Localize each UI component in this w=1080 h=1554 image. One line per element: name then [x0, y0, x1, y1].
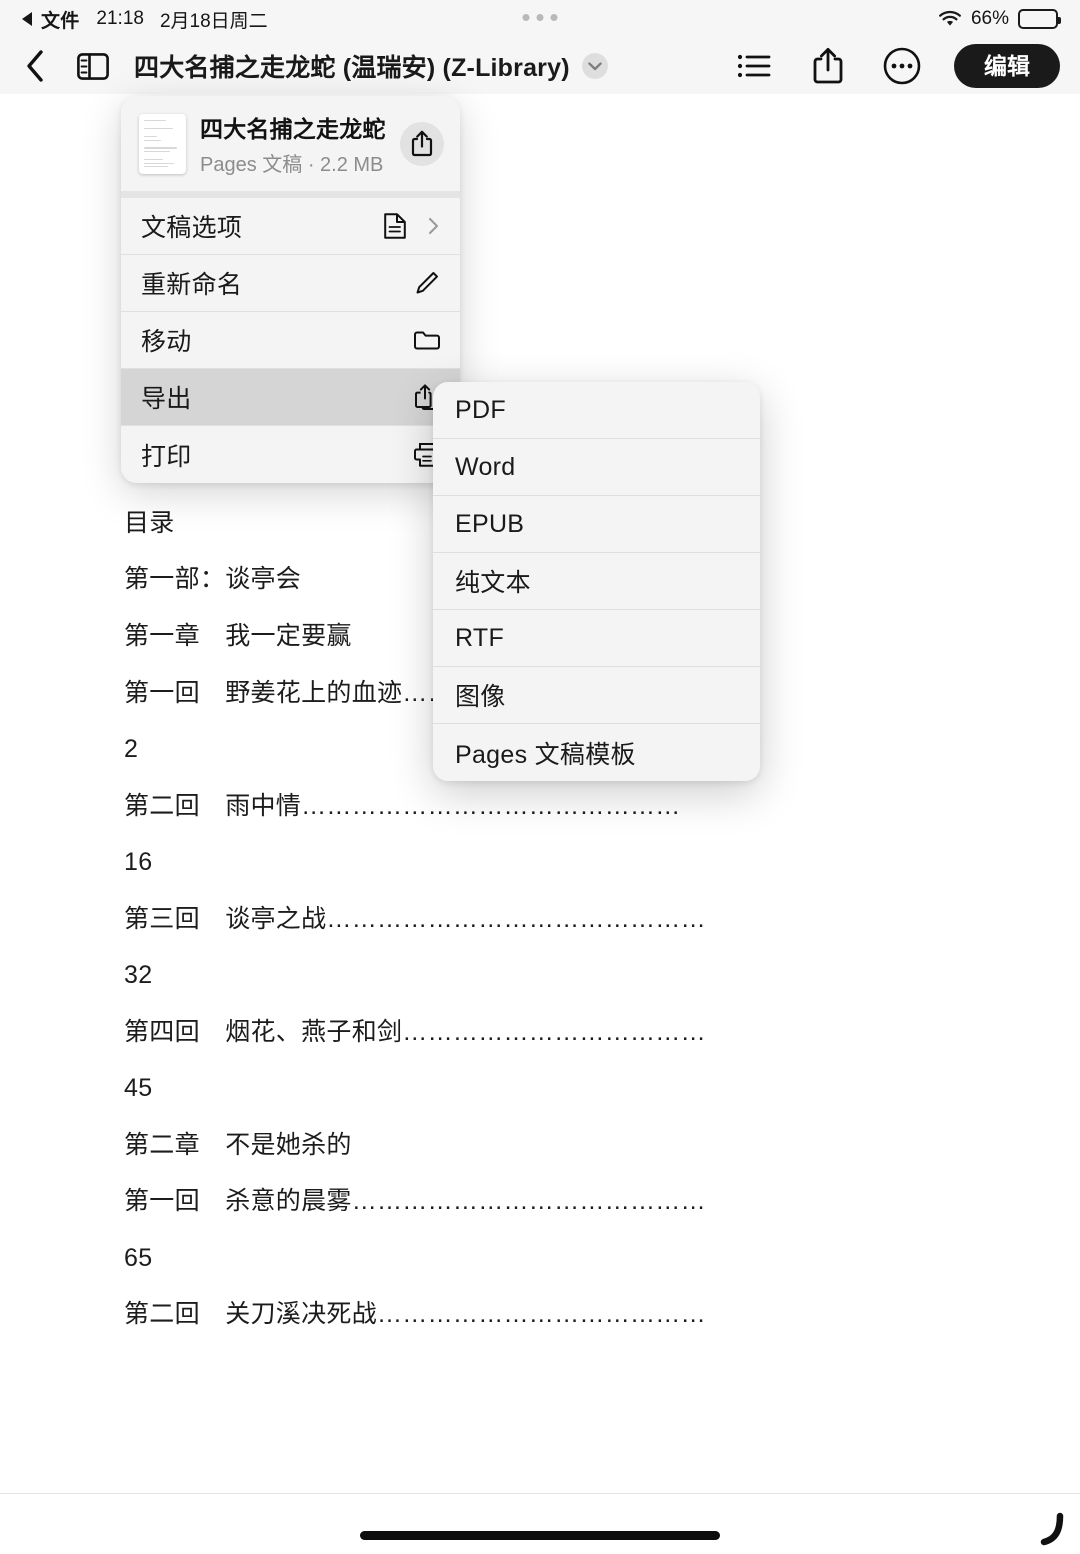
menu-item-move[interactable]: 移动	[121, 312, 460, 369]
share-icon	[813, 48, 843, 84]
menu-item-label: 导出	[141, 385, 192, 413]
battery-percent-label: 66%	[970, 8, 1009, 29]
home-indicator[interactable]	[360, 1531, 720, 1540]
title-menu-button[interactable]	[581, 53, 608, 79]
multitasking-dots[interactable]	[522, 14, 558, 21]
toolbar-actions: 编辑	[732, 44, 1060, 88]
menu-item-label: 文稿选项	[141, 214, 243, 242]
document-title[interactable]: 四大名捕之走龙蛇 (温瑞安) (Z-Library)	[134, 48, 570, 84]
document-line: 目录	[124, 509, 175, 537]
ipad-pages-screen: 文件 21:18 2月18日周二 66% 四大名捕之走龙蛇 (温瑞安) (Z-L…	[0, 0, 1080, 1554]
status-date: 2月18日周二	[159, 10, 268, 32]
menu-item-rename[interactable]: 重新命名	[121, 255, 460, 312]
document-line: 2	[124, 735, 139, 763]
chevron-right-icon	[424, 217, 442, 235]
submenu-item-pages-文稿模板[interactable]: Pages 文稿模板	[433, 724, 760, 781]
more-options-button[interactable]	[880, 44, 924, 88]
status-back-app-label[interactable]: 文件	[41, 6, 79, 33]
menu-item-print[interactable]: 打印	[121, 426, 460, 483]
menu-item-label: 重新命名	[141, 271, 243, 299]
submenu-item-epub[interactable]: EPUB	[433, 496, 760, 553]
sidebar-toggle-button[interactable]	[74, 47, 112, 85]
document-line: 第二章 不是她杀的	[124, 1131, 352, 1159]
submenu-item-pdf[interactable]: PDF	[433, 382, 760, 439]
dot-3	[550, 14, 558, 21]
menu-item-export[interactable]: 导出	[121, 369, 460, 426]
status-bar-right: 66%	[938, 8, 1061, 30]
context-menu-share-button[interactable]	[400, 121, 444, 166]
document-line: 第一部：谈亭会	[124, 565, 302, 593]
export-format-submenu[interactable]: PDF Word EPUB 纯文本 RTF 图像 Pages 文稿模板	[433, 382, 760, 781]
document-line: 32	[124, 961, 153, 989]
status-bar-left: 文件 21:18 2月18日周二	[22, 6, 268, 33]
document-icon	[380, 211, 410, 241]
document-line: 第四回 烟花、燕子和剑………………………………	[124, 1018, 706, 1046]
document-line: 45	[124, 1074, 153, 1102]
dot-2	[536, 14, 544, 21]
submenu-item-rtf[interactable]: RTF	[433, 610, 760, 667]
chevron-left-icon	[27, 50, 43, 82]
edit-button[interactable]: 编辑	[954, 44, 1060, 88]
curved-hook-icon	[1040, 1512, 1064, 1546]
document-line: 第三回 谈亭之战………………………………………	[124, 905, 706, 933]
status-time: 21:18	[96, 8, 144, 29]
document-line: 第二回 雨中情………………………………………	[124, 792, 681, 820]
context-menu-file-name: 四大名捕之走龙蛇 (...	[200, 116, 386, 142]
chevron-down-icon	[588, 61, 602, 70]
menu-item-document-options[interactable]: 文稿选项	[121, 198, 460, 255]
share-icon	[411, 130, 433, 157]
context-menu-header: 四大名捕之走龙蛇 (... Pages 文稿 · 2.2 MB	[121, 96, 460, 191]
menu-item-label: 移动	[141, 328, 192, 356]
submenu-item-word[interactable]: Word	[433, 439, 760, 496]
document-line: 第一回 杀意的晨雾……………………………………	[124, 1187, 706, 1215]
document-line: 第二回 关刀溪决死战…………………………………	[124, 1300, 706, 1328]
ellipsis-circle-icon	[883, 47, 921, 85]
context-menu-file-meta: Pages 文稿 · 2.2 MB	[200, 154, 384, 176]
sidebar-toggle-icon	[77, 52, 109, 80]
menu-item-label: 打印	[141, 442, 192, 471]
wifi-icon	[939, 10, 961, 26]
bottom-bar	[0, 1494, 1080, 1554]
view-list-button[interactable]	[732, 44, 776, 88]
battery-icon	[1018, 9, 1061, 29]
context-menu-file-info: 四大名捕之走龙蛇 (... Pages 文稿 · 2.2 MB	[200, 110, 386, 177]
document-context-menu[interactable]: 四大名捕之走龙蛇 (... Pages 文稿 · 2.2 MB 文稿选项	[121, 96, 460, 483]
dot-1	[522, 14, 530, 21]
app-toolbar: 四大名捕之走龙蛇 (温瑞安) (Z-Library) 编辑	[0, 38, 1080, 94]
submenu-item-纯文本[interactable]: 纯文本	[433, 553, 760, 610]
document-line: 第一章 我一定要赢	[124, 622, 352, 650]
back-button[interactable]	[16, 47, 54, 85]
triangle-left-icon[interactable]	[22, 12, 32, 26]
document-line: 65	[124, 1244, 153, 1272]
submenu-item-图像[interactable]: 图像	[433, 667, 760, 724]
document-thumbnail-icon	[139, 113, 186, 174]
context-menu-divider	[121, 191, 460, 198]
status-bar: 文件 21:18 2月18日周二 66%	[0, 0, 1080, 38]
folder-icon	[412, 325, 442, 355]
list-icon	[737, 54, 771, 78]
share-button[interactable]	[806, 44, 850, 88]
pencil-icon	[412, 268, 442, 298]
document-line: 16	[124, 848, 153, 876]
